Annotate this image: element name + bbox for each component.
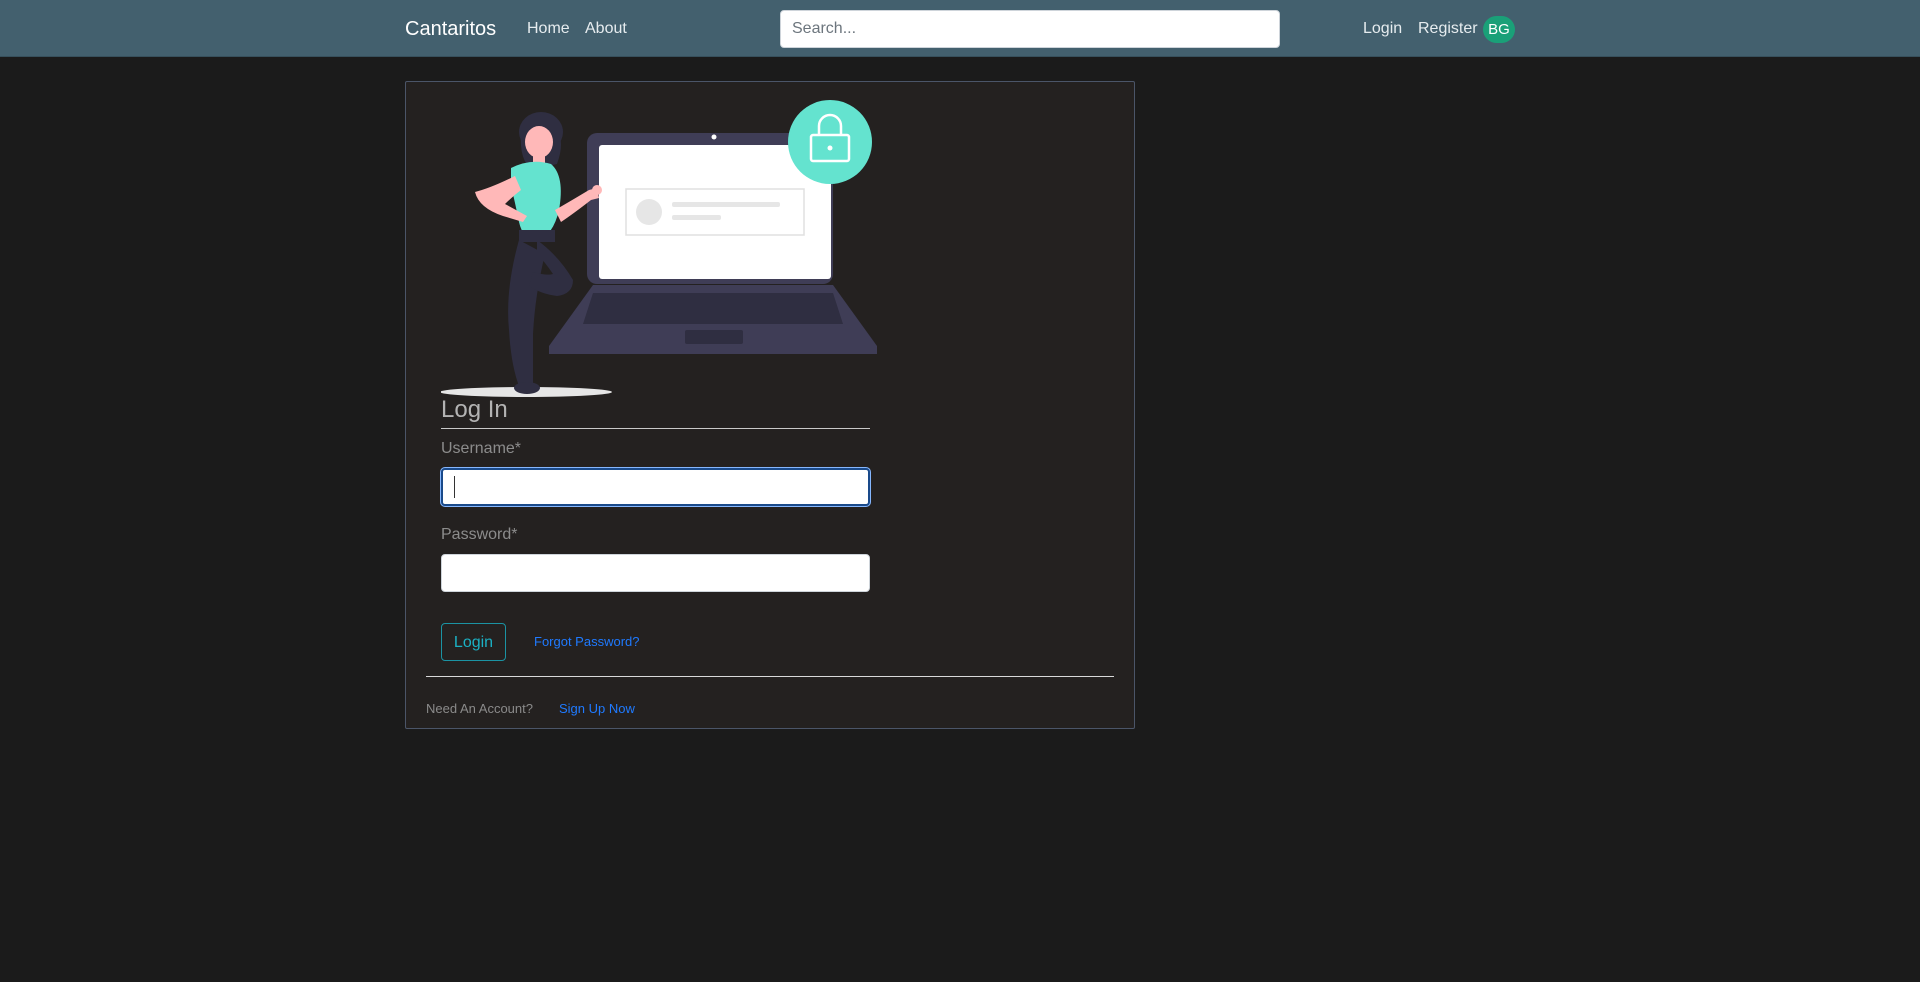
search-input[interactable] xyxy=(780,10,1280,48)
card-divider xyxy=(426,676,1114,677)
nav-link-login[interactable]: Login xyxy=(1363,19,1402,39)
lock-badge xyxy=(788,100,872,184)
nav-link-register[interactable]: Register xyxy=(1418,19,1478,39)
login-card: Log In Username* Password* Login Forgot … xyxy=(405,81,1135,729)
user-avatar[interactable]: BG xyxy=(1483,16,1515,43)
login-illustration xyxy=(441,100,877,397)
nav-link-about[interactable]: About xyxy=(585,19,627,39)
password-label: Password* xyxy=(441,526,518,543)
text-caret xyxy=(454,476,455,498)
sign-up-link[interactable]: Sign Up Now xyxy=(559,701,635,717)
need-account-text: Need An Account? xyxy=(426,701,533,716)
password-input[interactable] xyxy=(441,554,870,592)
login-submit-button[interactable]: Login xyxy=(441,623,506,661)
forgot-password-link[interactable]: Forgot Password? xyxy=(534,634,640,650)
screen-avatar-placeholder xyxy=(636,199,662,225)
top-navbar: Cantaritos Home About Login Register BG xyxy=(0,0,1920,57)
login-title: Log In xyxy=(441,395,870,429)
username-label: Username* xyxy=(441,440,522,457)
brand-logo[interactable]: Cantaritos xyxy=(405,17,496,41)
username-input[interactable] xyxy=(441,468,870,506)
nav-link-home[interactable]: Home xyxy=(527,19,570,39)
